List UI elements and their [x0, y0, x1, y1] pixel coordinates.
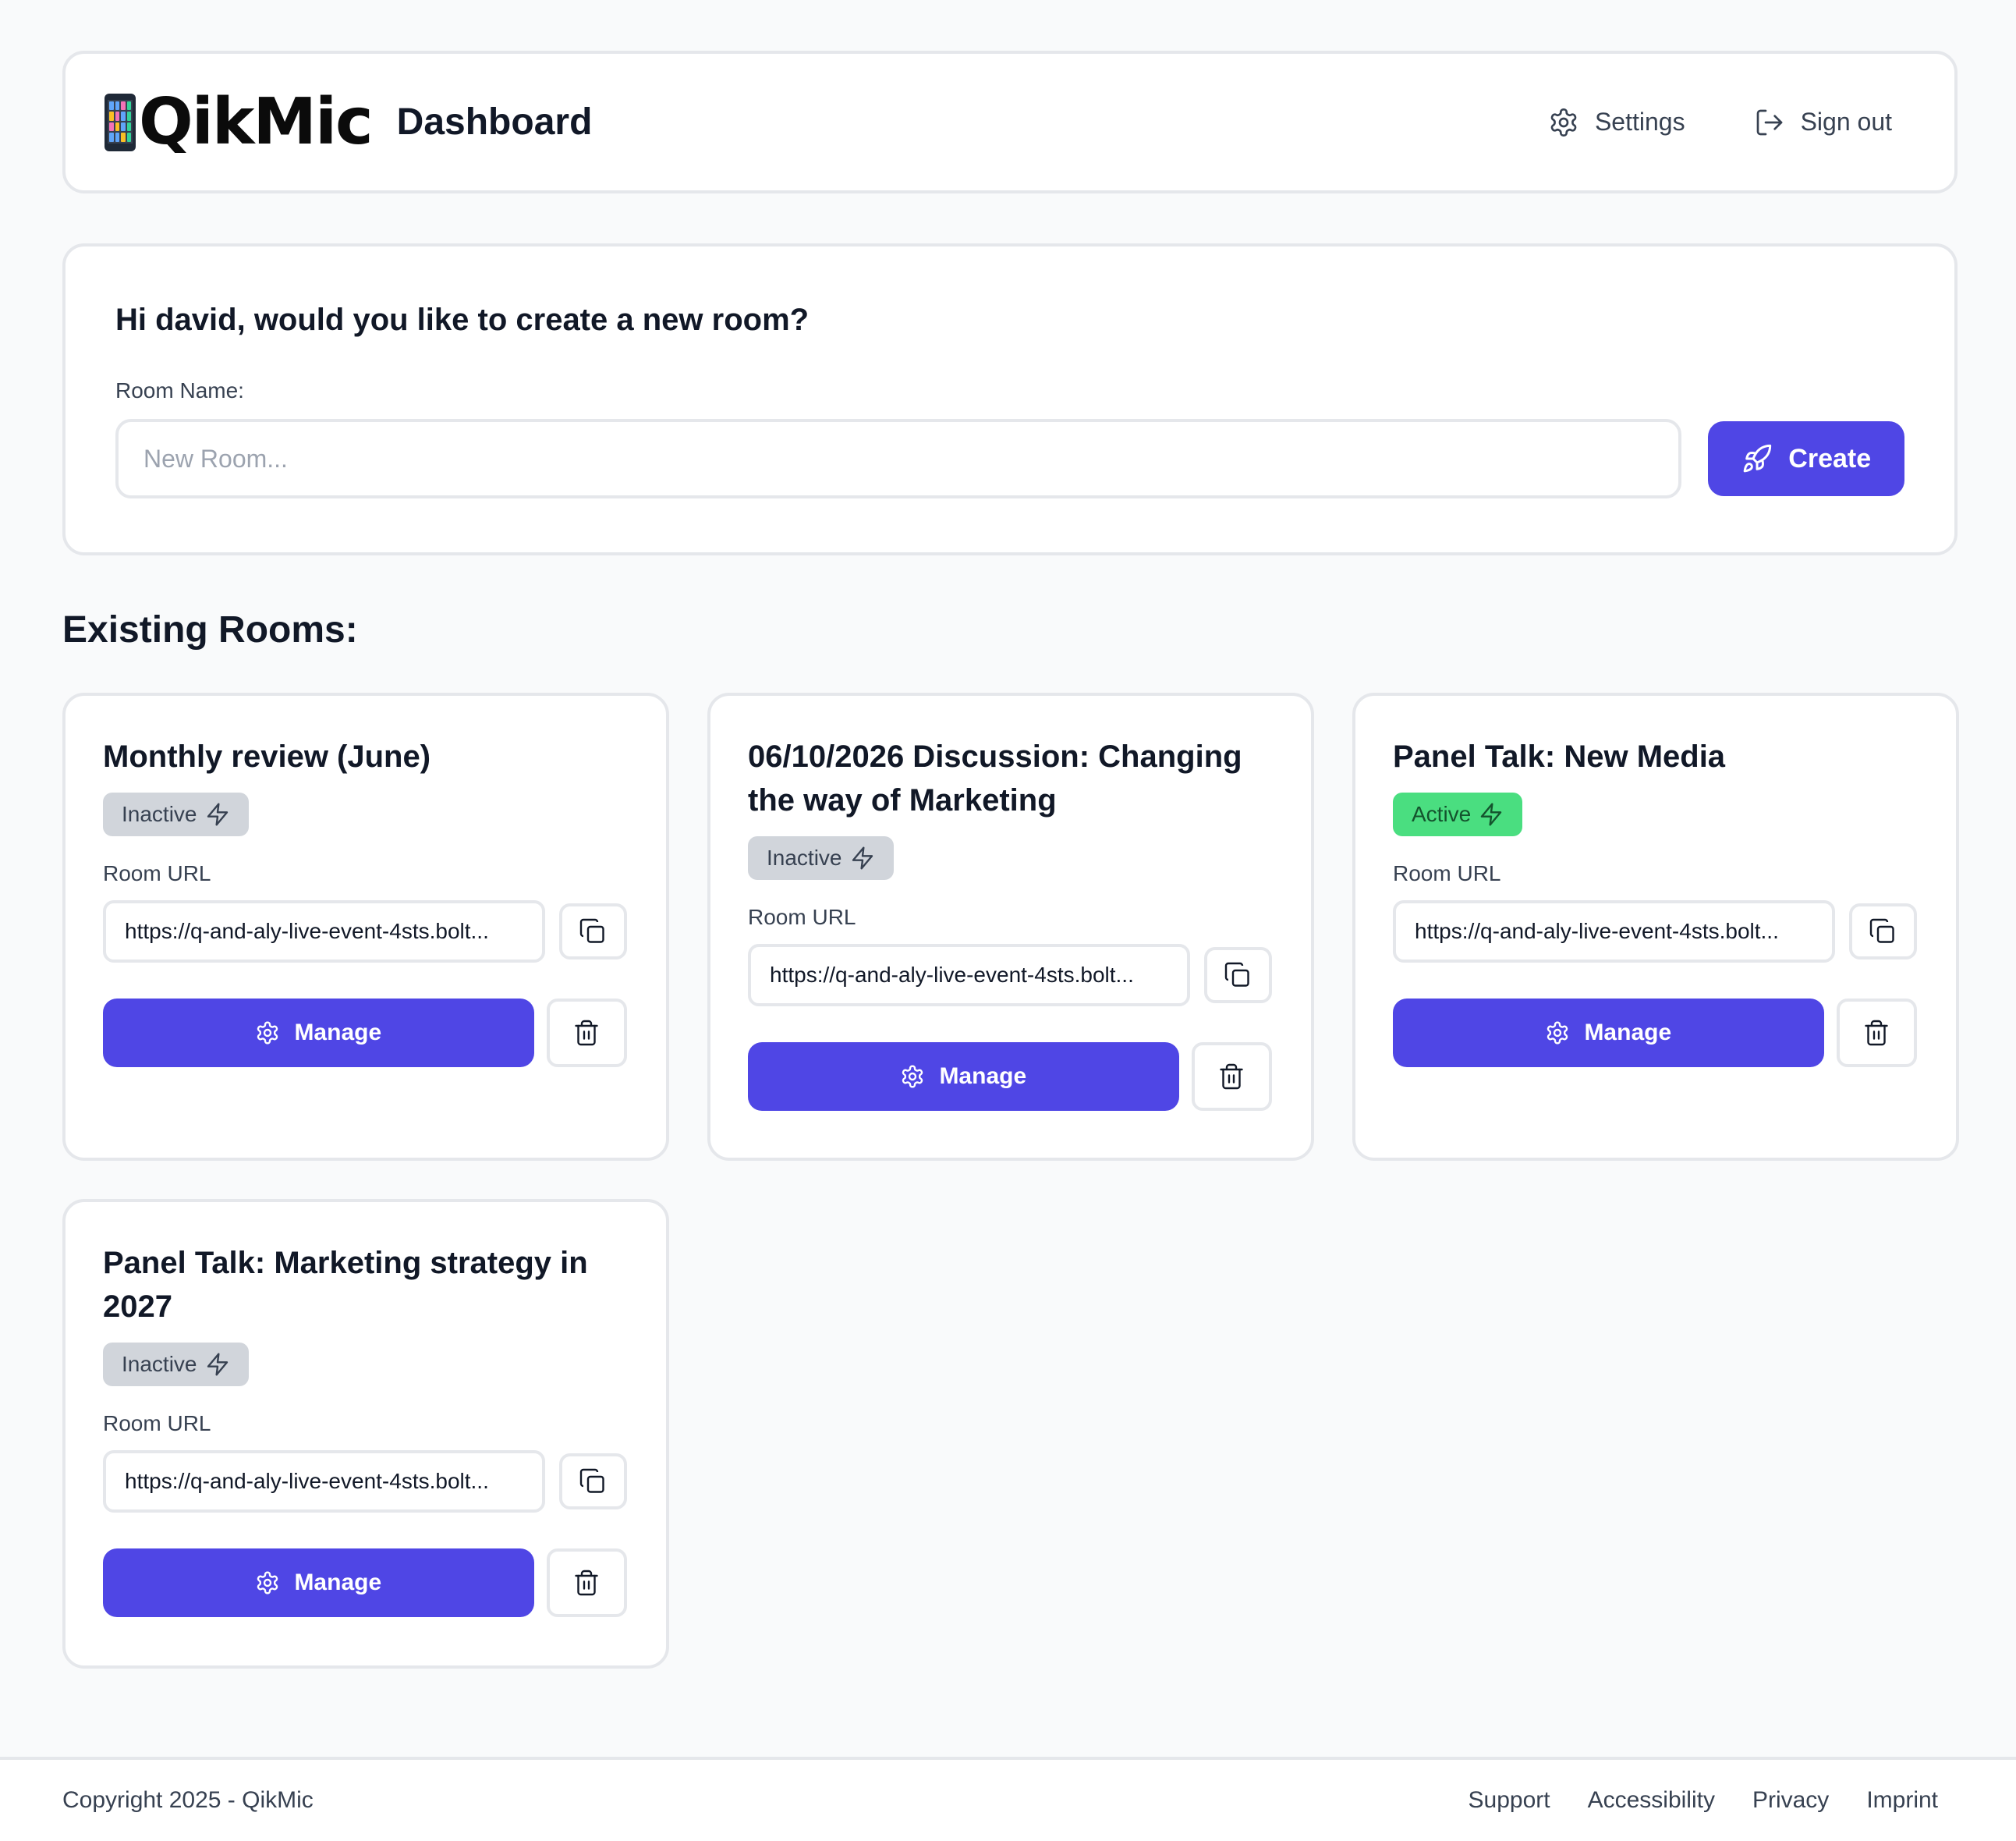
room-name-input[interactable]	[115, 419, 1682, 498]
manage-button-label: Manage	[1584, 1020, 1672, 1045]
room-url-label: Room URL	[1393, 861, 1501, 885]
room-card: Monthly review (June) Inactive Room URL …	[62, 693, 669, 1161]
footer-link-support[interactable]: Support	[1469, 1787, 1550, 1814]
room-url-label: Room URL	[103, 861, 211, 885]
room-url-field[interactable]: https://q-and-aly-live-event-4sts.bolt..…	[103, 900, 545, 963]
room-actions: Manage	[103, 999, 627, 1067]
existing-rooms-heading: Existing Rooms:	[62, 609, 358, 651]
delete-room-button[interactable]	[1191, 1042, 1272, 1111]
create-button-label: Create	[1788, 443, 1872, 474]
page-footer: Copyright 2025 - QikMic Support Accessib…	[0, 1757, 2016, 1841]
room-actions: Manage	[1393, 999, 1917, 1067]
room-url-row: https://q-and-aly-live-event-4sts.bolt..…	[748, 944, 1272, 1006]
page-title: Dashboard	[396, 101, 593, 143]
delete-room-button[interactable]	[546, 999, 627, 1067]
settings-label: Settings	[1594, 108, 1685, 136]
manage-button-label: Manage	[294, 1020, 382, 1045]
create-room-card: Hi david, would you like to create a new…	[62, 243, 1958, 555]
copy-icon	[1870, 918, 1895, 943]
footer-link-accessibility[interactable]: Accessibility	[1588, 1787, 1715, 1814]
sign-out-icon	[1756, 109, 1782, 135]
room-url-field[interactable]: https://q-and-aly-live-event-4sts.bolt..…	[748, 944, 1190, 1006]
copy-icon	[580, 918, 605, 943]
room-title: 06/10/2026 Discussion: Changing the way …	[748, 740, 1242, 818]
room-url-row: https://q-and-aly-live-event-4sts.bolt..…	[103, 1450, 627, 1513]
status-label: Inactive	[122, 802, 197, 826]
copy-icon	[1225, 962, 1250, 987]
create-button[interactable]: Create	[1708, 421, 1904, 496]
rocket-icon	[1743, 444, 1772, 473]
logo[interactable]: QikMic	[105, 84, 374, 159]
create-room-row: Create	[115, 419, 1904, 498]
room-name-label: Room Name:	[115, 378, 244, 403]
status-label: Inactive	[767, 846, 842, 870]
lightning-icon	[852, 846, 873, 870]
logo-text: QikMic	[139, 84, 374, 159]
settings-link[interactable]: Settings	[1548, 107, 1685, 138]
delete-room-button[interactable]	[1836, 999, 1917, 1067]
manage-button[interactable]: Manage	[103, 999, 534, 1067]
copy-url-button[interactable]	[1203, 947, 1272, 1003]
room-actions: Manage	[103, 1548, 627, 1617]
room-title: Panel Talk: New Media	[1393, 740, 1726, 774]
status-badge: Inactive	[103, 1343, 249, 1386]
sign-out-link[interactable]: Sign out	[1754, 107, 1892, 138]
room-title: Monthly review (June)	[103, 740, 431, 774]
copy-url-button[interactable]	[558, 903, 627, 960]
room-url-label: Room URL	[748, 905, 856, 929]
header-nav: Settings Sign out	[1548, 107, 1892, 138]
lightning-icon	[207, 1353, 228, 1376]
gear-icon	[257, 1021, 278, 1045]
trash-icon	[575, 1020, 598, 1046]
greeting-heading: Hi david, would you like to create a new…	[115, 303, 810, 337]
app-header: QikMic Dashboard Settings Sign out	[62, 51, 1958, 193]
gear-icon	[1550, 108, 1577, 137]
trash-icon	[575, 1570, 598, 1596]
manage-button[interactable]: Manage	[748, 1042, 1179, 1111]
lightning-icon	[1481, 803, 1502, 826]
copyright-text: Copyright 2025 - QikMic	[62, 1787, 314, 1813]
gear-icon	[257, 1571, 278, 1594]
footer-link-privacy[interactable]: Privacy	[1752, 1787, 1829, 1814]
mobile-phone-icon	[105, 93, 136, 151]
footer-links: Support Accessibility Privacy Imprint	[1469, 1787, 1939, 1814]
room-url-field[interactable]: https://q-and-aly-live-event-4sts.bolt..…	[103, 1450, 545, 1513]
gear-icon	[1547, 1021, 1568, 1045]
room-url-field[interactable]: https://q-and-aly-live-event-4sts.bolt..…	[1393, 900, 1835, 963]
copy-icon	[580, 1468, 605, 1493]
room-card: 06/10/2026 Discussion: Changing the way …	[707, 693, 1314, 1161]
delete-room-button[interactable]	[546, 1548, 627, 1617]
room-actions: Manage	[748, 1042, 1272, 1111]
room-url-row: https://q-and-aly-live-event-4sts.bolt..…	[103, 900, 627, 963]
manage-button[interactable]: Manage	[1393, 999, 1824, 1067]
gear-icon	[902, 1065, 923, 1088]
room-card: Panel Talk: New Media Active Room URL ht…	[1352, 693, 1959, 1161]
manage-button-label: Manage	[939, 1063, 1027, 1089]
manage-button[interactable]: Manage	[103, 1548, 534, 1617]
sign-out-label: Sign out	[1800, 108, 1892, 136]
manage-button-label: Manage	[294, 1570, 382, 1595]
status-badge: Active	[1393, 793, 1523, 836]
room-url-label: Room URL	[103, 1411, 211, 1435]
copy-url-button[interactable]	[558, 1453, 627, 1509]
lightning-icon	[207, 803, 228, 826]
status-label: Inactive	[122, 1352, 197, 1376]
room-card: Panel Talk: Marketing strategy in 2027 I…	[62, 1199, 669, 1669]
status-badge: Inactive	[748, 836, 894, 880]
trash-icon	[1865, 1020, 1888, 1046]
status-badge: Inactive	[103, 793, 249, 836]
footer-link-imprint[interactable]: Imprint	[1866, 1787, 1938, 1814]
room-title: Panel Talk: Marketing strategy in 2027	[103, 1246, 588, 1324]
status-label: Active	[1412, 802, 1472, 826]
room-url-row: https://q-and-aly-live-event-4sts.bolt..…	[1393, 900, 1917, 963]
copy-url-button[interactable]	[1848, 903, 1917, 960]
trash-icon	[1220, 1063, 1243, 1090]
